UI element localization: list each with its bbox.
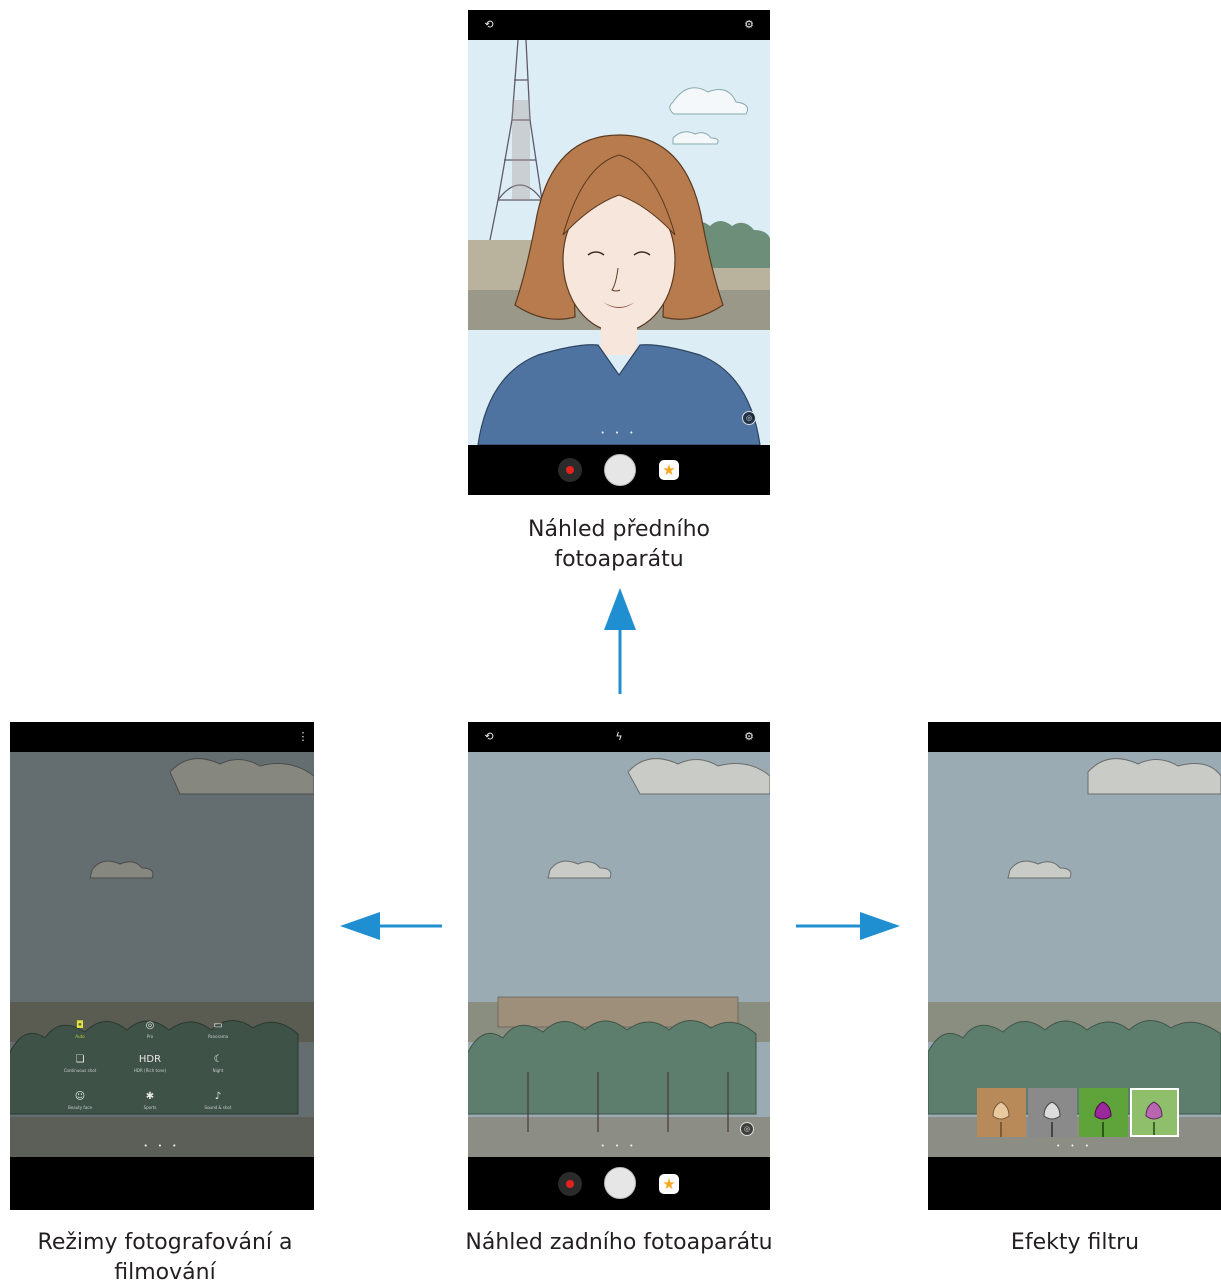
filter-strip — [977, 1088, 1179, 1137]
bottom-controls: ★ — [468, 445, 770, 495]
pro-icon: ◎ — [145, 1020, 155, 1031]
shooting-modes-screen: ⋮ ◘ Auto ◎ Pro ▭ Panorama ❏ Continuous shot HDR H… — [10, 722, 314, 1210]
mode-label: Sound & shot — [204, 1105, 232, 1110]
arrow-right — [796, 912, 900, 940]
record-button[interactable] — [558, 458, 582, 482]
mode-pro[interactable]: ◎ Pro — [115, 1020, 185, 1039]
caption-shooting-modes: Režimy fotografování a filmování — [37, 1230, 293, 1285]
bottom-controls: ★ — [468, 1157, 770, 1210]
effects-icon[interactable]: ★ — [659, 1174, 679, 1194]
flash-off-icon[interactable]: ϟ — [610, 728, 628, 746]
arrow-up — [604, 588, 636, 694]
caption-front-preview: Náhled předního fotoaparátu — [528, 517, 710, 572]
mode-label: Pro — [146, 1034, 154, 1039]
mode-sports[interactable]: ✱ Sports — [115, 1091, 185, 1110]
arrow-left — [340, 912, 442, 940]
record-button[interactable] — [558, 1172, 582, 1196]
more-options-icon[interactable]: ⋮ — [294, 728, 312, 746]
top-bar: ⟲ ϟ ⚙ — [468, 722, 770, 752]
camera-switch-icon[interactable]: ⟲ — [480, 728, 498, 746]
park-scene — [468, 752, 770, 1157]
continuous-shot-icon: ❏ — [75, 1054, 85, 1065]
mode-panorama[interactable]: ▭ Panorama — [183, 1020, 253, 1039]
mode-beauty-face[interactable]: ☺ Beauty face — [45, 1091, 115, 1110]
bixby-vision-icon[interactable]: ◎ — [740, 1122, 754, 1136]
settings-icon[interactable]: ⚙ — [740, 728, 758, 746]
caption-rear-preview: Náhled zadního fotoaparátu — [465, 1230, 773, 1255]
mode-label: Beauty face — [68, 1105, 92, 1110]
caption-filter-effects: Efekty filtru — [1010, 1230, 1140, 1255]
mode-label: Sports — [143, 1105, 157, 1110]
top-bar: ⋮ — [10, 722, 314, 752]
grayscale-filter-thumbnail[interactable] — [1028, 1088, 1077, 1137]
mode-night[interactable]: ☾ Night — [183, 1054, 253, 1073]
mode-hdr[interactable]: HDR HDR (Rich tone) — [115, 1054, 185, 1073]
camera-switch-icon[interactable]: ⟲ — [480, 16, 498, 34]
panorama-icon: ▭ — [213, 1020, 223, 1031]
selfie-scene — [468, 40, 770, 445]
vivid-filter-thumbnail[interactable] — [1079, 1088, 1128, 1137]
page-indicator: • • • — [143, 1142, 181, 1150]
effects-icon[interactable]: ★ — [659, 460, 679, 480]
mode-camera[interactable]: ◘ Auto — [45, 1020, 115, 1039]
page-indicator: • • • — [600, 429, 638, 437]
mode-label: Continuous shot — [63, 1068, 97, 1073]
top-bar: ⟲ ⚙ — [468, 10, 770, 40]
mode-label: HDR (Rich tone) — [133, 1068, 167, 1073]
sound-shot-icon: ♪ — [214, 1091, 222, 1102]
night-icon: ☾ — [213, 1054, 223, 1065]
mode-label: Auto — [75, 1034, 85, 1039]
rear-camera-screen: ⟲ ϟ ⚙ • • • ◎ ★ — [468, 722, 770, 1210]
bixby-vision-icon[interactable]: ◎ — [742, 411, 756, 425]
mode-label: Night — [212, 1068, 224, 1073]
mode-label: Panorama — [207, 1034, 229, 1039]
sepia-filter-thumbnail[interactable] — [977, 1088, 1026, 1137]
page-indicator: • • • — [1056, 1142, 1093, 1150]
front-camera-screen: ⟲ ⚙ • • • ◎ ★ — [468, 10, 770, 495]
page-indicator: • • • — [600, 1142, 638, 1150]
mode-sound-shot[interactable]: ♪ Sound & shot — [183, 1091, 253, 1110]
filter-effects-screen: • • • — [928, 722, 1221, 1210]
shutter-button[interactable] — [604, 1167, 636, 1199]
shutter-button[interactable] — [604, 454, 636, 486]
hdr-icon: HDR — [138, 1054, 162, 1065]
original-filter-thumbnail[interactable] — [1130, 1088, 1179, 1137]
camera-icon: ◘ — [76, 1020, 84, 1031]
settings-icon[interactable]: ⚙ — [740, 16, 758, 34]
sports-icon: ✱ — [145, 1091, 155, 1102]
beauty-face-icon: ☺ — [74, 1091, 86, 1102]
mode-continuous-shot[interactable]: ❏ Continuous shot — [45, 1054, 115, 1073]
